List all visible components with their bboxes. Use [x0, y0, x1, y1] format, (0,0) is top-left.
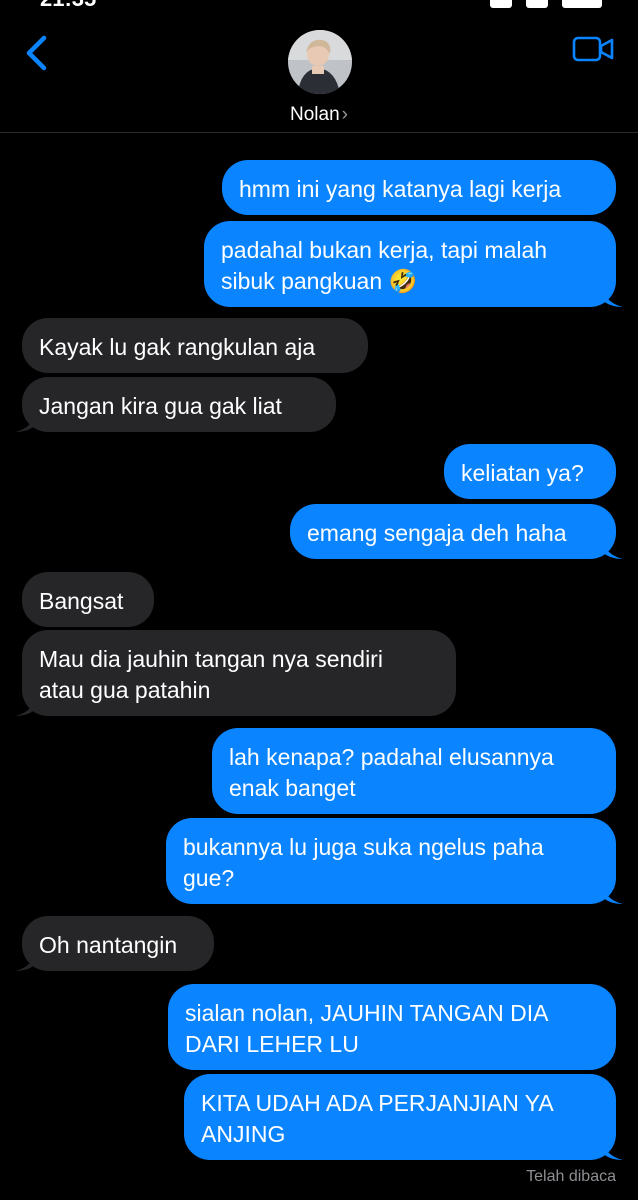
bubble-tail [601, 537, 623, 559]
read-receipt: Telah dibaca [526, 1168, 616, 1185]
message-line: bukannya lu juga suka ngelus paha [183, 834, 544, 860]
message-line: keliatan ya? [461, 460, 584, 486]
message-line: sialan nolan, JAUHIN TANGAN DIA [185, 1000, 549, 1026]
message-line: lah kenapa? padahal elusannya [229, 744, 554, 770]
message-line: sibuk pangkuan 🤣 [221, 268, 418, 294]
contact-name-label: Nolan [290, 104, 340, 125]
chevron-right-icon: › [341, 104, 348, 125]
message-line: Jangan kira gua gak liat [39, 393, 282, 419]
message-bubble-incoming[interactable]: Kayak lu gak rangkulan aja [22, 318, 368, 373]
message-line: hmm ini yang katanya lagi kerja [239, 176, 562, 202]
message-bubble-incoming[interactable]: Jangan kira gua gak liat [15, 377, 336, 432]
message-bubble-incoming[interactable]: Mau dia jauhin tangan nya sendiri atau g… [15, 630, 456, 716]
message-line: Kayak lu gak rangkulan aja [39, 334, 316, 360]
message-line: gue? [183, 865, 235, 891]
contact-avatar[interactable] [288, 30, 352, 94]
message-bubble-incoming[interactable]: Bangsat [22, 572, 154, 627]
message-line: atau gua patahin [39, 677, 211, 703]
message-line: KITA UDAH ADA PERJANJIAN YA [201, 1090, 554, 1116]
message-bubble-outgoing[interactable]: padahal bukan kerja, tapi malah sibuk pa… [204, 221, 623, 307]
bubble-tail [15, 694, 37, 716]
video-camera-icon[interactable] [572, 36, 614, 62]
bubble-tail [601, 882, 623, 904]
message-line: Mau dia jauhin tangan nya sendiri [39, 646, 383, 672]
message-line: emang sengaja deh haha [307, 520, 567, 546]
bubble-tail [601, 1138, 623, 1160]
message-bubble-outgoing[interactable]: emang sengaja deh haha [290, 504, 623, 559]
conversation-header: Nolan › [0, 0, 638, 133]
message-bubble-outgoing[interactable]: lah kenapa? padahal elusannya enak bange… [212, 728, 616, 814]
message-bubble-outgoing[interactable]: sialan nolan, JAUHIN TANGAN DIA DARI LEH… [168, 984, 616, 1070]
avatar-photo [288, 30, 352, 94]
message-line: ANJING [201, 1121, 286, 1147]
message-bubble-outgoing[interactable]: KITA UDAH ADA PERJANJIAN YA ANJING [184, 1074, 623, 1160]
bubble-tail [15, 949, 37, 971]
message-bubble-outgoing[interactable]: bukannya lu juga suka ngelus paha gue? [166, 818, 623, 904]
message-line: enak banget [229, 775, 356, 801]
message-line: padahal bukan kerja, tapi malah [221, 237, 548, 263]
message-bubble-outgoing[interactable]: hmm ini yang katanya lagi kerja [222, 160, 616, 215]
message-line: Oh nantangin [39, 932, 178, 958]
back-chevron-icon[interactable] [22, 34, 52, 72]
contact-name[interactable]: Nolan › [0, 104, 638, 126]
message-bubble-incoming[interactable]: Oh nantangin [15, 916, 214, 971]
message-bubble-outgoing[interactable]: keliatan ya? [444, 444, 616, 499]
bubble-tail [601, 285, 623, 307]
message-line: DARI LEHER LU [185, 1031, 359, 1057]
bubble-tail [15, 410, 37, 432]
message-line: Bangsat [39, 588, 124, 614]
